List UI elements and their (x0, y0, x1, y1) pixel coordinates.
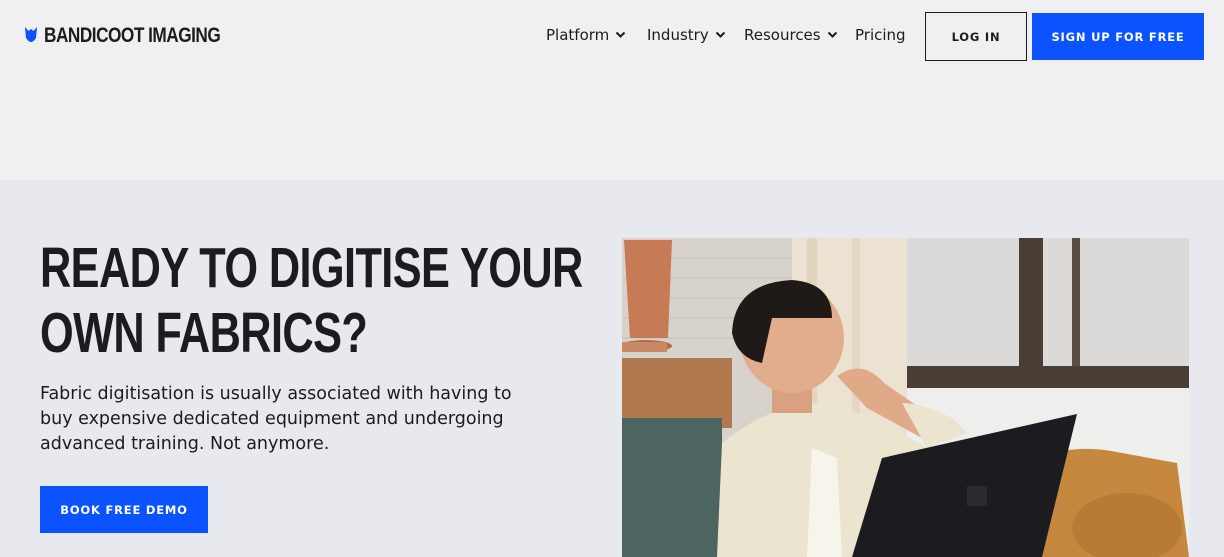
hero-title-line-2: OWN FABRICS? (40, 301, 368, 365)
nav-resources[interactable]: Resources (744, 25, 838, 45)
bandicoot-logo-icon (25, 27, 37, 42)
site-header: BANDICOOT IMAGING Platform Industry Reso… (0, 0, 1224, 180)
chevron-down-icon (616, 31, 626, 38)
nav-pricing[interactable]: Pricing (855, 25, 906, 45)
chevron-down-icon (827, 31, 837, 38)
brand-name: BANDICOOT IMAGING (44, 24, 221, 47)
nav-industry[interactable]: Industry (647, 25, 726, 45)
chevron-down-icon (715, 31, 725, 38)
nav-platform[interactable]: Platform (546, 25, 626, 45)
nav-resources-label: Resources (744, 26, 821, 44)
login-button[interactable]: LOG IN (925, 12, 1027, 61)
photo-man-with-laptop-icon (622, 238, 1189, 557)
nav-platform-label: Platform (546, 26, 610, 44)
nav-industry-label: Industry (647, 26, 709, 44)
hero-section: READY TO DIGITISE YOUR OWN FABRICS? Fabr… (0, 180, 1224, 557)
hero-title-line-1: READY TO DIGITISE YOUR (40, 236, 583, 300)
book-demo-button[interactable]: BOOK FREE DEMO (40, 486, 208, 533)
hero-title: READY TO DIGITISE YOUR OWN FABRICS? (40, 236, 583, 366)
nav-pricing-label: Pricing (855, 26, 906, 44)
hero-description: Fabric digitisation is usually associate… (40, 384, 512, 454)
brand-logo[interactable]: BANDICOOT IMAGING (24, 24, 259, 48)
signup-button[interactable]: SIGN UP FOR FREE (1032, 13, 1204, 60)
hero-photo (622, 238, 1189, 557)
